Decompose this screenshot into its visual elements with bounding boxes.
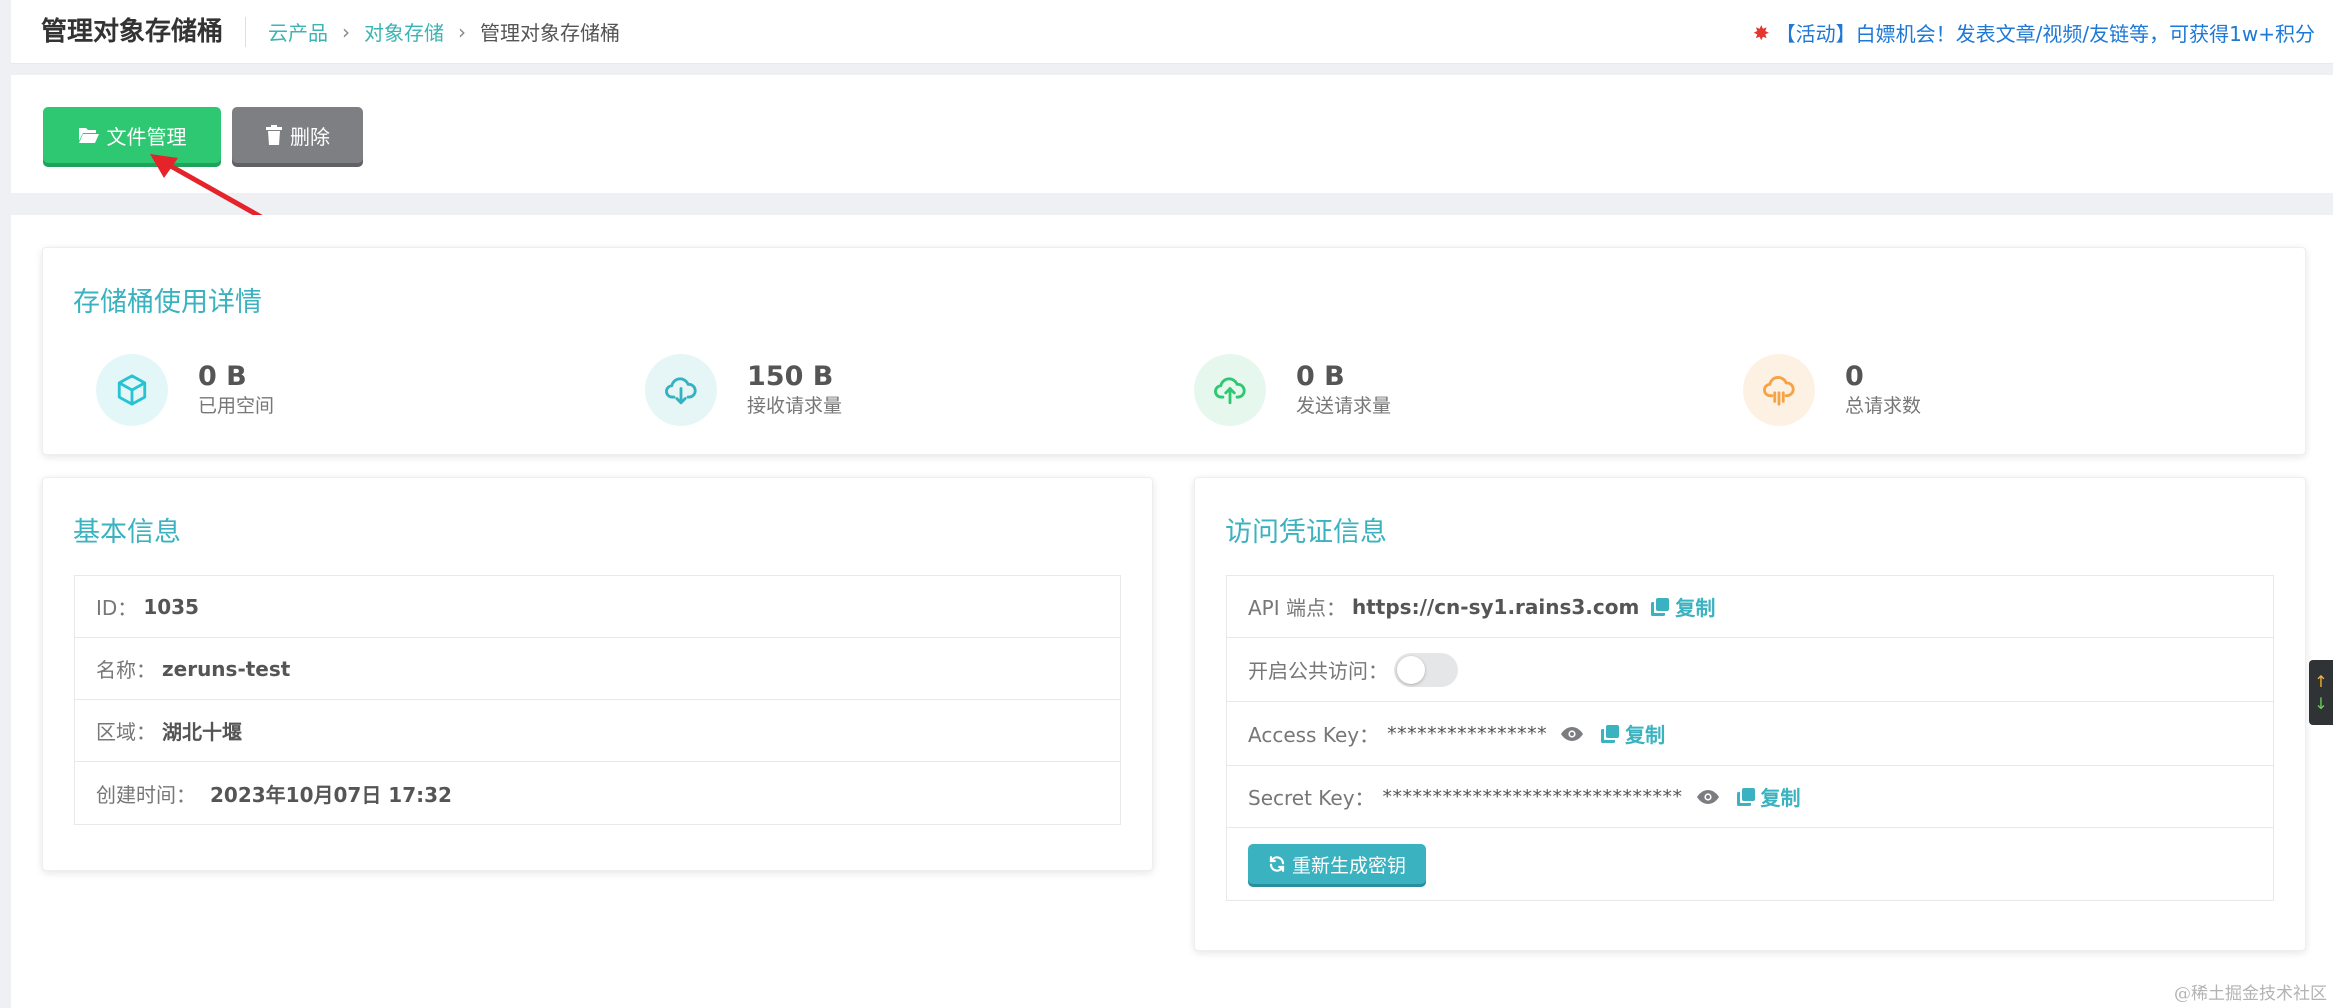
usage-card: 存储桶使用详情 0 B 已用空间 150 B 接收请求量 0 B 发送请求量 0…: [42, 247, 2306, 455]
regenerate-row: 重新生成密钥: [1227, 828, 2273, 900]
scroll-widget[interactable]: ↑ ↓: [2309, 660, 2333, 725]
stat-sent-requests: 0 B 发送请求量: [1194, 354, 1391, 426]
cube-icon: [96, 354, 168, 426]
usage-title: 存储桶使用详情: [73, 287, 262, 318]
toolbar: 文件管理 删除: [11, 75, 2333, 193]
eye-icon[interactable]: [1696, 789, 1719, 804]
breadcrumb-current: 管理对象存储桶: [480, 21, 621, 45]
arrow-up-icon[interactable]: ↑: [2314, 671, 2327, 693]
basic-info-card: 基本信息 ID： 1035 名称： zeruns-test 区域： 湖北十堰 创…: [42, 477, 1153, 871]
public-access-toggle[interactable]: [1394, 652, 1458, 687]
watermark: @稀土掘金技术社区: [2174, 984, 2327, 1004]
stat-received-requests: 150 B 接收请求量: [645, 354, 842, 426]
stat-label: 接收请求量: [747, 395, 843, 417]
copy-icon: [1736, 787, 1755, 806]
info-label: 区域：: [96, 720, 156, 744]
info-value: 1035: [143, 594, 199, 619]
stat-value: 150 B: [747, 361, 834, 392]
promo-text: 【活动】白嫖机会！发表文章/视频/友链等，可获得1w+积分: [1775, 22, 2315, 46]
info-label: ID：: [96, 596, 138, 620]
secret-key-row: Secret Key： ****************************…: [1227, 766, 2273, 828]
info-label: 名称：: [96, 658, 156, 682]
copy-icon: [1651, 597, 1670, 616]
access-key-row: Access Key： **************** 复制: [1227, 702, 2273, 766]
burst-icon: ✸: [1752, 20, 1770, 45]
trash-icon: [266, 125, 282, 145]
main-content: 存储桶使用详情 0 B 已用空间 150 B 接收请求量 0 B 发送请求量 0…: [11, 215, 2333, 1008]
copy-api-button[interactable]: 复制: [1651, 592, 1715, 621]
file-manage-label: 文件管理: [106, 126, 187, 149]
delete-label: 删除: [290, 126, 330, 149]
copy-access-key-button[interactable]: 复制: [1601, 719, 1665, 748]
stat-used-space: 0 B 已用空间: [96, 354, 274, 426]
info-row-id: ID： 1035: [75, 576, 1120, 638]
credentials-title: 访问凭证信息: [1225, 517, 1387, 548]
copy-label: 复制: [1760, 786, 1801, 810]
copy-icon: [1601, 724, 1620, 743]
public-access-row: 开启公共访问：: [1227, 638, 2273, 702]
stat-value: 0 B: [198, 361, 247, 392]
info-label: Access Key：: [1248, 723, 1380, 747]
info-label: API 端点：: [1248, 596, 1346, 620]
info-label: 创建时间：: [96, 782, 196, 807]
info-value: 湖北十堰: [162, 720, 242, 744]
access-key-value: ****************: [1387, 722, 1548, 745]
stat-label: 总请求数: [1845, 395, 1922, 417]
regenerate-key-button[interactable]: 重新生成密钥: [1248, 844, 1427, 884]
credentials-card: 访问凭证信息 API 端点： https://cn-sy1.rains3.com…: [1194, 477, 2306, 951]
stat-value: 0: [1845, 361, 1864, 392]
regenerate-label: 重新生成密钥: [1292, 855, 1407, 877]
breadcrumb: 云产品 › 对象存储 › 管理对象存储桶: [246, 17, 620, 46]
breadcrumb-object-storage[interactable]: 对象存储: [364, 17, 444, 46]
credentials-table: API 端点： https://cn-sy1.rains3.com 复制 开启公…: [1226, 575, 2274, 901]
info-row-name: 名称： zeruns-test: [75, 638, 1120, 700]
refresh-icon: [1269, 856, 1285, 872]
copy-secret-key-button[interactable]: 复制: [1736, 782, 1801, 811]
info-label: 开启公共访问：: [1248, 659, 1388, 683]
info-value: zeruns-test: [162, 656, 291, 681]
promo-link[interactable]: ✸ 【活动】白嫖机会！发表文章/视频/友链等，可获得1w+积分: [1753, 18, 2315, 47]
stat-label: 已用空间: [198, 395, 275, 417]
api-endpoint-value: https://cn-sy1.rains3.com: [1352, 594, 1640, 619]
top-header: 管理对象存储桶 云产品 › 对象存储 › 管理对象存储桶 ✸ 【活动】白嫖机会！…: [11, 0, 2333, 64]
info-value: 2023年10月07日 17:32: [210, 782, 452, 807]
basic-info-title: 基本信息: [73, 517, 181, 548]
chevron-right-icon: ›: [342, 19, 351, 44]
toggle-knob: [1397, 655, 1425, 684]
stat-label: 发送请求量: [1296, 395, 1392, 417]
folder-open-icon: [78, 128, 99, 143]
stat-value: 0 B: [1296, 361, 1345, 392]
chevron-right-icon: ›: [458, 19, 467, 44]
basic-info-table: ID： 1035 名称： zeruns-test 区域： 湖北十堰 创建时间： …: [74, 575, 1121, 825]
info-row-region: 区域： 湖北十堰: [75, 700, 1120, 762]
secret-key-value: ******************************: [1382, 785, 1683, 808]
api-endpoint-row: API 端点： https://cn-sy1.rains3.com 复制: [1227, 576, 2273, 638]
info-label: Secret Key：: [1248, 786, 1375, 810]
breadcrumb-cloud-products[interactable]: 云产品: [268, 17, 328, 46]
copy-label: 复制: [1625, 723, 1666, 747]
copy-label: 复制: [1675, 596, 1716, 620]
eye-icon[interactable]: [1561, 726, 1584, 741]
cloud-download-icon: [645, 354, 717, 426]
stat-total-requests: 0 总请求数: [1743, 354, 1921, 426]
arrow-down-icon[interactable]: ↓: [2314, 693, 2327, 715]
page-title: 管理对象存储桶: [11, 16, 247, 47]
cloud-upload-icon: [1194, 354, 1266, 426]
cloud-rain-icon: [1743, 354, 1815, 426]
info-row-created: 创建时间： 2023年10月07日 17:32: [75, 762, 1120, 824]
